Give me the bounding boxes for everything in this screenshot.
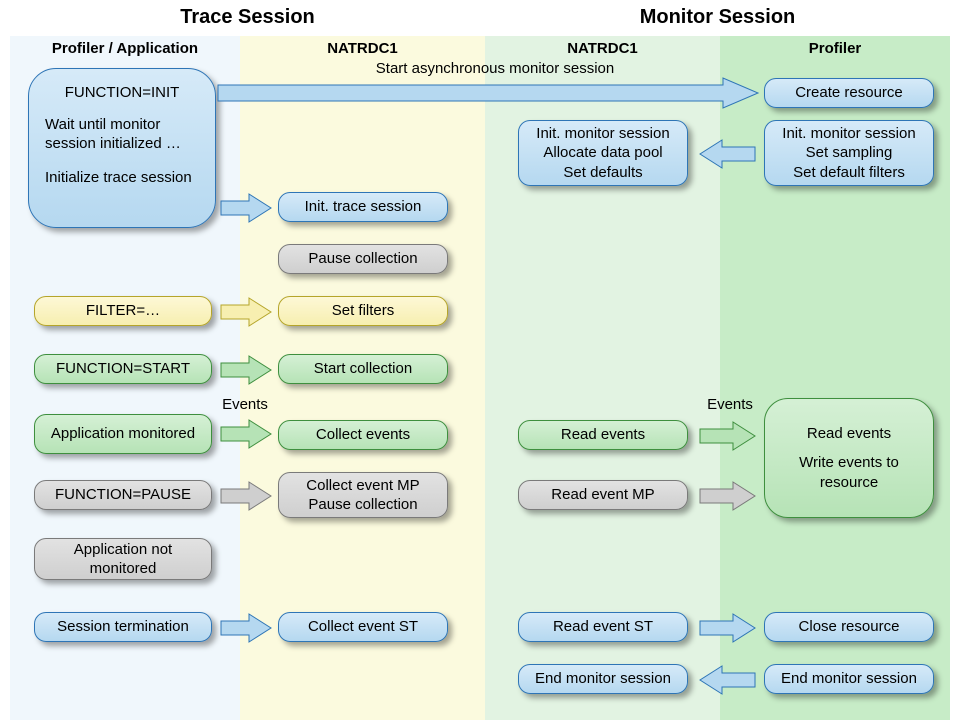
end-mon-right-box: End monitor session: [764, 664, 934, 694]
arrow-read-mp: [700, 482, 755, 510]
col2-header: NATRDC1: [240, 40, 485, 57]
init-l3: Initialize trace session: [45, 168, 192, 188]
create-resource-box: Create resource: [764, 78, 934, 108]
collect-st-box: Collect event ST: [278, 612, 448, 642]
col4-header: Profiler: [720, 40, 950, 57]
mon-init-left-l3: Set defaults: [563, 163, 642, 183]
filter-box: FILTER=…: [34, 296, 212, 326]
collect-mp-l2: Pause collection: [308, 495, 417, 515]
pause-collection1-box: Pause collection: [278, 244, 448, 274]
close-resource-box: Close resource: [764, 612, 934, 642]
diagram-canvas: Trace Session Monitor Session Profiler /…: [0, 0, 960, 720]
start-async-label: Start asynchronous monitor session: [260, 60, 730, 77]
collect-events-box: Collect events: [278, 420, 448, 450]
col1-header: Profiler / Application: [10, 40, 240, 57]
func-pause-box: FUNCTION=PAUSE: [34, 480, 212, 510]
read-events-small-box: Read events: [518, 420, 688, 450]
read-events-big-l2: Write events to resource: [775, 453, 923, 492]
mon-init-right-l3: Set default filters: [793, 163, 905, 183]
read-events-big-l1: Read events: [807, 424, 891, 444]
monitor-session-title: Monitor Session: [485, 6, 950, 29]
mon-init-left-box: Init. monitor session Allocate data pool…: [518, 120, 688, 186]
end-mon-left-box: End monitor session: [518, 664, 688, 694]
collect-mp-l1: Collect event MP: [306, 476, 419, 496]
arrow-pause: [221, 482, 271, 510]
trace-session-title: Trace Session: [10, 6, 485, 29]
arrow-filter: [221, 298, 271, 326]
read-events-big-box: Read events Write events to resource: [764, 398, 934, 518]
init-l1: FUNCTION=INIT: [45, 83, 199, 103]
collect-mp-box: Collect event MP Pause collection: [278, 472, 448, 518]
app-monitored-box: Application monitored: [34, 414, 212, 454]
mon-init-right-box: Init. monitor session Set sampling Set d…: [764, 120, 934, 186]
init-l2: Wait until monitor session initialized …: [45, 115, 199, 154]
mon-init-left-l1: Init. monitor session: [536, 124, 669, 144]
arrow-read-events: [700, 422, 755, 450]
mon-init-right-l1: Init. monitor session: [782, 124, 915, 144]
read-mp-box: Read event MP: [518, 480, 688, 510]
init-trace-box: Init. trace session: [278, 192, 448, 222]
arrow-init-trace: [221, 194, 271, 222]
read-st-box: Read event ST: [518, 612, 688, 642]
sess-term-box: Session termination: [34, 612, 212, 642]
mon-init-left-l2: Allocate data pool: [543, 143, 662, 163]
arrow-end-mon: [700, 666, 755, 694]
function-init-block: FUNCTION=INIT Wait until monitor session…: [28, 68, 216, 228]
arrow-sess-term: [221, 614, 271, 642]
func-start-box: FUNCTION=START: [34, 354, 212, 384]
start-collection-box: Start collection: [278, 354, 448, 384]
app-not-mon-box: Application not monitored: [34, 538, 212, 580]
arrow-read-st: [700, 614, 755, 642]
arrow-app-mon: [221, 420, 271, 448]
col3-header: NATRDC1: [485, 40, 720, 57]
events-right-label: Events: [695, 396, 765, 413]
events-left-label: Events: [210, 396, 280, 413]
arrow-start: [221, 356, 271, 384]
mon-init-right-l2: Set sampling: [806, 143, 893, 163]
arrow-start-async: [218, 78, 758, 108]
set-filters-box: Set filters: [278, 296, 448, 326]
arrow-mon-init-left: [700, 140, 755, 168]
